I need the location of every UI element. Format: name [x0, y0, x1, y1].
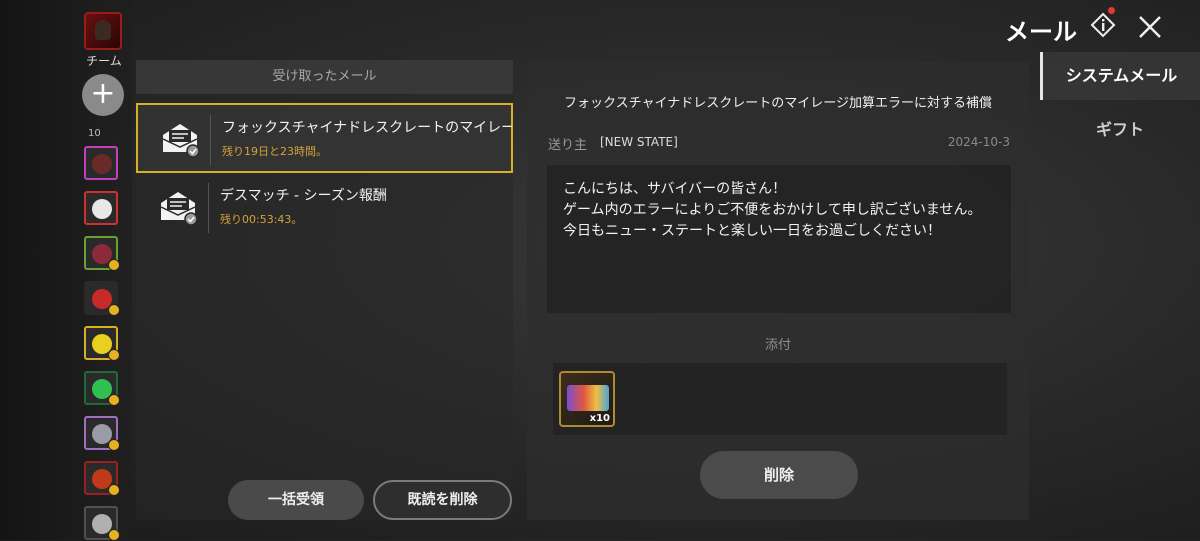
attachment-quantity: x10	[589, 413, 610, 424]
notification-dot	[1108, 7, 1115, 14]
team-label: チーム	[86, 54, 122, 68]
crate-icon	[567, 385, 609, 411]
rank-badge	[108, 259, 120, 271]
page-title: メール	[1005, 18, 1077, 46]
sender-label: 送り主	[548, 138, 588, 153]
mail-divider	[210, 115, 211, 165]
avatar-face	[95, 20, 111, 40]
receive-all-button[interactable]: 一括受領	[228, 480, 364, 520]
avatar-portrait	[92, 154, 112, 174]
friend-avatar[interactable]	[84, 371, 120, 406]
close-icon[interactable]	[1137, 14, 1163, 40]
mail-item-deathmatch[interactable]: デスマッチ - シーズン報酬 残り00:53:43。	[136, 173, 513, 243]
mail-open-icon	[160, 192, 198, 226]
rank-badge	[108, 349, 120, 361]
friend-avatar[interactable]	[84, 146, 118, 180]
friend-avatar[interactable]	[84, 461, 120, 496]
mail-detail-title: フォックスチャイナドレスクレートのマイレージ加算エラーに対する補償	[564, 96, 992, 111]
rank-badge	[108, 529, 120, 541]
friend-avatar[interactable]	[84, 236, 120, 271]
mail-body-line: 今日もニュー・ステートと楽しい一日をお過ごしください！	[563, 223, 941, 239]
friend-avatar[interactable]	[84, 191, 118, 225]
delete-read-button[interactable]: 既読を削除	[373, 480, 512, 520]
tab-system-mail[interactable]: システムメール	[1040, 52, 1200, 100]
add-friend-button[interactable]: +	[82, 74, 124, 116]
mail-body-line: ゲーム内のエラーによりご不便をおかけして申し訳ございません。	[563, 202, 982, 218]
tab-gift[interactable]: ギフト	[1040, 108, 1200, 152]
friend-count: 10	[88, 128, 101, 139]
team-avatar[interactable]	[84, 12, 122, 50]
mail-time-left: 残り00:53:43。	[220, 213, 303, 226]
friend-avatar[interactable]	[84, 506, 120, 541]
mail-item-compensation[interactable]: フォックスチャイナドレスクレートのマイレージ加算エラーに対する補償 残り19日と…	[136, 103, 513, 173]
friend-avatar[interactable]	[84, 281, 120, 316]
attachment-label: 添付	[764, 338, 791, 353]
mail-date: 2024-10-3	[947, 135, 1010, 149]
mail-title: フォックスチャイナドレスクレートのマイレージ加算エラーに対する補償	[222, 120, 512, 136]
mail-body: こんにちは、サバイバーの皆さん！ ゲーム内のエラーによりご不便をおかけして申し訳…	[547, 165, 1011, 313]
mail-body-line: こんにちは、サバイバーの皆さん！	[563, 181, 787, 197]
delete-button[interactable]: 削除	[700, 451, 858, 499]
attachment-crate-item[interactable]: x10	[559, 371, 615, 427]
rank-badge	[108, 484, 120, 496]
rank-badge	[108, 394, 120, 406]
mail-title: デスマッチ - シーズン報酬	[220, 188, 387, 204]
sender-name: [NEW STATE]	[600, 135, 678, 149]
mail-list-header: 受け取ったメール	[136, 60, 513, 94]
friend-avatar[interactable]	[84, 326, 120, 361]
attachment-box	[553, 363, 1007, 435]
mail-open-icon	[162, 124, 200, 158]
mail-time-left: 残り19日と23時間。	[222, 145, 327, 158]
rank-badge	[108, 304, 120, 316]
avatar-portrait	[92, 199, 112, 219]
friend-avatar[interactable]	[84, 416, 120, 451]
mail-divider	[208, 183, 209, 233]
rank-badge	[108, 439, 120, 451]
info-diamond-icon[interactable]	[1090, 12, 1116, 38]
